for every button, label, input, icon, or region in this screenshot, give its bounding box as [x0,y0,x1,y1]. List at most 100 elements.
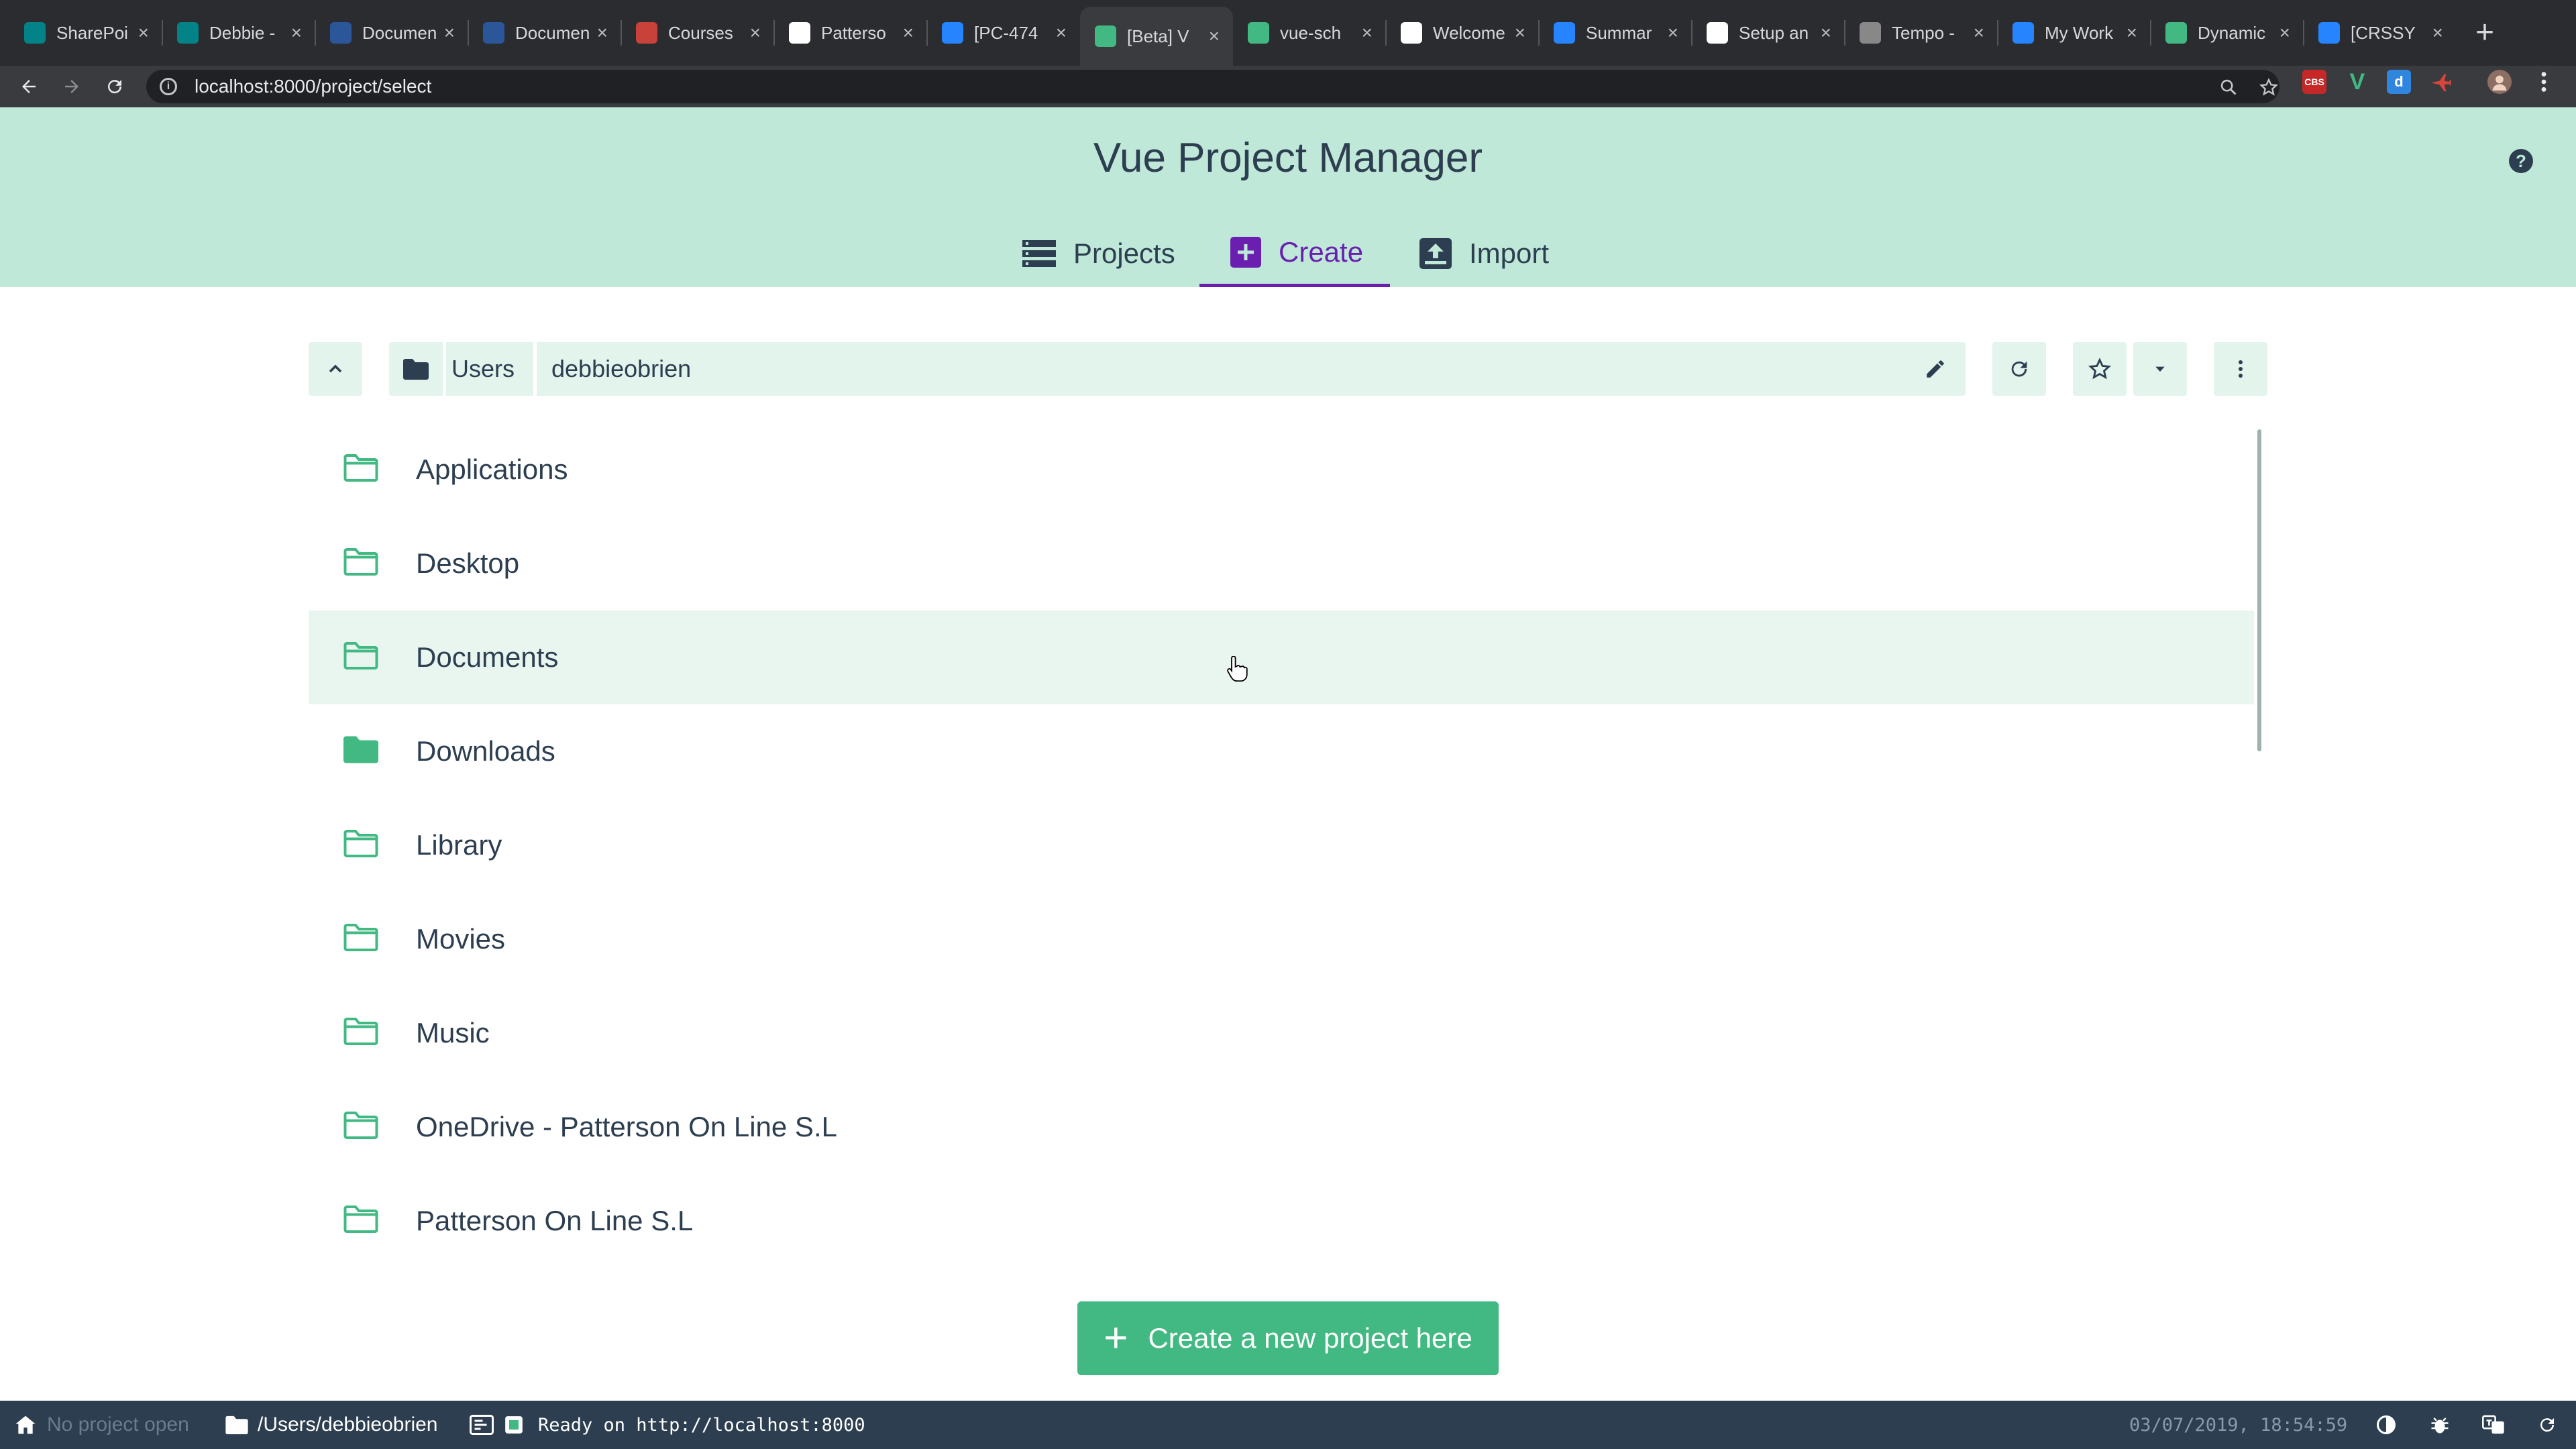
browser-tab[interactable]: Patterso × [774,9,927,56]
bookmark-star-icon[interactable] [2259,78,2279,100]
translate-button[interactable] [2482,1401,2505,1449]
status-project[interactable]: No project open [15,1401,189,1449]
browser-tab[interactable]: vue-sch × [1233,9,1386,56]
path-segment-users[interactable]: Users [446,342,520,396]
close-tab-icon[interactable]: × [444,22,455,44]
help-icon[interactable]: ? [2509,149,2533,173]
edit-path-button[interactable] [1924,342,1947,396]
favorite-button[interactable] [2073,342,2127,396]
close-tab-icon[interactable]: × [1974,22,1984,44]
close-tab-icon[interactable]: × [2432,22,2443,44]
root-folder-button[interactable] [389,342,443,396]
tab-separator [315,20,316,46]
tab-import[interactable]: Import [1419,220,1567,287]
folder-icon [343,454,378,486]
close-tab-icon[interactable]: × [291,22,302,44]
dark-mode-toggle[interactable] [2376,1401,2396,1449]
site-info-icon[interactable]: i [160,78,177,95]
folder-item[interactable]: Documents [309,610,2254,704]
plus-icon: + [1104,1315,1128,1361]
extension-cbs-icon[interactable]: CBS [2302,70,2326,94]
browser-tab[interactable]: Courses × [621,9,774,56]
extension-vue-devtools-icon[interactable]: V [2345,69,2369,95]
close-tab-icon[interactable]: × [1668,22,1678,44]
tab-create[interactable]: Create [1199,220,1390,287]
report-bug-button[interactable] [2430,1401,2450,1449]
log-type-icon [505,1416,523,1434]
star-outline-icon [2088,358,2111,380]
profile-avatar[interactable] [2487,70,2512,94]
browser-tab[interactable]: [CRSSY × [2304,9,2457,56]
close-tab-icon[interactable]: × [1209,25,1220,47]
close-tab-icon[interactable]: × [1362,22,1373,44]
browser-tab[interactable]: Documen × [315,9,468,56]
folder-list-scrollbar[interactable] [2257,429,2261,751]
close-tab-icon[interactable]: × [903,22,914,44]
tab-create-label: Create [1279,235,1364,268]
refresh-status-button[interactable] [2537,1401,2557,1449]
browser-tab[interactable]: [PC-474 × [927,9,1080,56]
browser-tab[interactable]: SharePoi × [9,9,162,56]
close-tab-icon[interactable]: × [2279,22,2290,44]
status-cwd[interactable]: /Users/debbieobrien [225,1401,438,1449]
browser-tab[interactable]: Tempo - × [1845,9,1998,56]
azure-devops-icon [1554,22,1575,44]
tab-projects[interactable]: Projects [1022,220,1175,287]
close-tab-icon[interactable]: × [2127,22,2137,44]
folder-item[interactable]: Downloads [309,704,2254,798]
browser-tab[interactable]: Welcome × [1386,9,1539,56]
create-project-button[interactable]: + Create a new project here [1077,1301,1499,1375]
browser-tab-strip: SharePoi × Debbie - × Documen × Documen × Course… [0,0,2576,66]
more-options-button[interactable] [2214,342,2267,396]
folder-item[interactable]: Desktop [309,517,2254,610]
refresh-button[interactable] [1992,342,2046,396]
close-tab-icon[interactable]: × [597,22,608,44]
tab-separator [1538,20,1540,46]
folder-item[interactable]: Library [309,798,2254,892]
browser-tab-title: Debbie - [209,22,276,43]
browser-tab[interactable]: Summar × [1539,9,1692,56]
sharepoint-icon [24,22,46,44]
browser-tab[interactable]: [Beta] V × [1080,7,1233,66]
path-bar: Users debbieobrien [389,342,1966,396]
zoom-icon[interactable] [2219,78,2238,100]
add-box-icon [1230,236,1261,268]
welcome-icon [1401,22,1422,44]
browser-tab[interactable]: My Work × [1998,9,2151,56]
folder-item[interactable]: Music [309,986,2254,1080]
forward-button[interactable] [56,71,87,102]
folder-item[interactable]: OneDrive - Patterson On Line S.L [309,1080,2254,1174]
parent-folder-button[interactable] [309,342,362,396]
tab-separator [162,20,163,46]
folder-list: Applications Desktop Documents Downloads Lib… [309,423,2254,1281]
extension-d-icon[interactable]: d [2387,70,2411,94]
folder-item[interactable]: Patterson On Line S.L [309,1174,2254,1268]
caret-down-icon [2155,366,2165,372]
close-tab-icon[interactable]: × [138,22,149,44]
browser-tab[interactable]: Setup an × [1692,9,1845,56]
close-tab-icon[interactable]: × [750,22,761,44]
close-tab-icon[interactable]: × [1821,22,1831,44]
browser-tab-title: [Beta] V [1127,25,1189,46]
folder-item[interactable]: Movies [309,892,2254,986]
address-bar[interactable]: i localhost:8000/project/select [146,70,2279,103]
bug-icon [2431,1417,2449,1434]
browser-tab[interactable]: Documen × [468,9,621,56]
new-tab-button[interactable]: + [2475,13,2494,52]
folder-name: Movies [416,923,506,955]
browser-tab[interactable]: Dynamic × [2151,9,2304,56]
browser-tab[interactable]: Debbie - × [162,9,315,56]
close-tab-icon[interactable]: × [1056,22,1067,44]
favorites-dropdown-button[interactable] [2133,342,2187,396]
extension-plane-icon[interactable] [2428,70,2453,94]
path-segment-current[interactable]: debbieobrien [551,342,691,396]
browser-menu-icon[interactable] [2532,70,2556,94]
close-tab-icon[interactable]: × [1515,22,1525,44]
status-console-log[interactable]: Ready on http://localhost:8000 [470,1401,865,1449]
pencil-icon [1927,360,1944,378]
jira-icon [2012,22,2034,44]
reload-button[interactable] [99,71,130,102]
folder-item[interactable]: Applications [309,423,2254,517]
pointer-cursor [1225,655,1248,685]
back-button[interactable] [13,71,44,102]
